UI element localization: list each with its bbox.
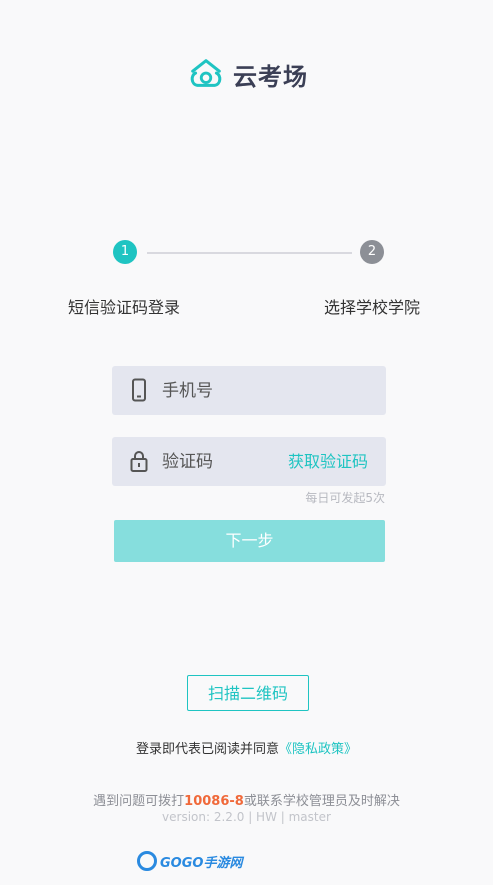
get-code-button[interactable]: 获取验证码 <box>288 437 368 486</box>
help-suffix: 或联系学校管理员及时解决 <box>243 794 400 809</box>
step-2-label: 选择学校学院 <box>324 298 421 317</box>
next-button[interactable]: 下一步 <box>114 520 385 562</box>
privacy-policy-link[interactable]: 《隐私政策》 <box>279 742 357 757</box>
version-info: version: 2.2.0 | HW | master <box>162 810 331 824</box>
code-input[interactable] <box>162 437 272 486</box>
agreement-text: 登录即代表已阅读并同意《隐私政策》 <box>0 738 493 757</box>
step-indicator: 1 2 短信验证码登录 选择学校学院 <box>0 240 493 330</box>
help-phone-number[interactable]: 10086-8 <box>184 794 244 809</box>
step-connector <box>147 252 352 254</box>
phone-input[interactable] <box>162 366 372 415</box>
step-1-label: 短信验证码登录 <box>68 298 181 317</box>
cloud-school-icon <box>190 59 222 87</box>
step-2-badge: 2 <box>360 240 384 264</box>
watermark-text: GOGO手游网 <box>160 855 243 871</box>
phone-icon <box>132 378 146 402</box>
phone-field[interactable] <box>112 366 386 415</box>
code-field[interactable]: 获取验证码 <box>112 437 386 486</box>
lock-icon <box>130 451 148 472</box>
watermark: GOGO手游网 <box>137 851 242 871</box>
help-text: 遇到问题可拨打10086-8或联系学校管理员及时解决 <box>0 790 493 809</box>
scan-qr-button[interactable]: 扫描二维码 <box>187 675 309 711</box>
brand-name: 云考场 <box>233 62 308 91</box>
step-1-badge: 1 <box>113 240 137 264</box>
agreement-prefix: 登录即代表已阅读并同意 <box>135 742 279 757</box>
help-prefix: 遇到问题可拨打 <box>93 794 185 809</box>
app-logo: 云考场 <box>187 55 308 93</box>
daily-limit-hint: 每日可发起5次 <box>305 491 385 505</box>
watermark-logo-icon <box>137 851 157 871</box>
